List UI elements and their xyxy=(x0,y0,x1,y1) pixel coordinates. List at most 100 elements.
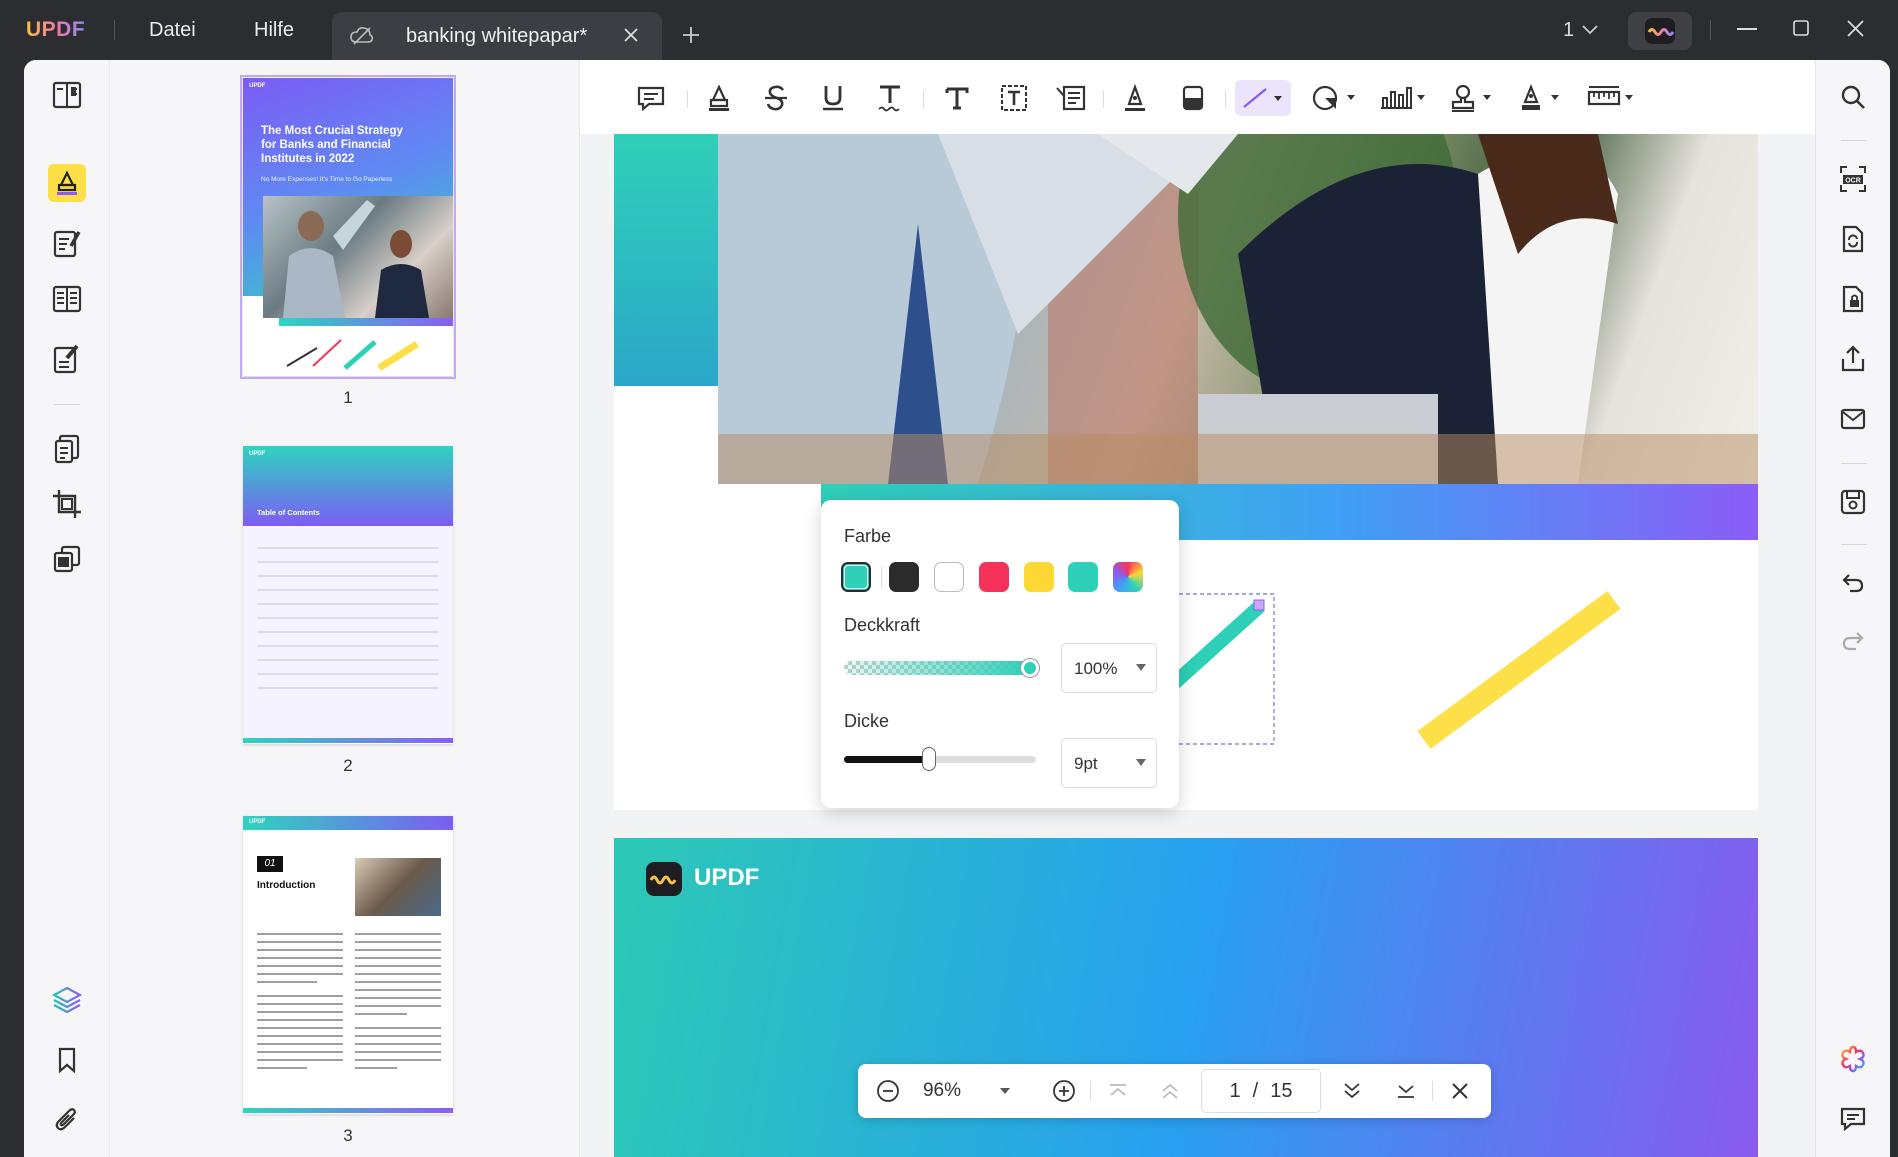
comments-panel-button[interactable] xyxy=(1834,1100,1872,1138)
signature-tool-button[interactable] xyxy=(1515,80,1565,116)
pencil-icon xyxy=(1125,84,1145,111)
textbox-button[interactable] xyxy=(996,80,1032,116)
thumbnail-panel: UPDF The Most Crucial Strategy for Banks… xyxy=(110,60,580,1157)
close-tab-icon[interactable] xyxy=(623,27,639,43)
crop-pages-button[interactable] xyxy=(48,485,86,523)
last-page-button[interactable] xyxy=(1386,1064,1426,1118)
thumb-strokes xyxy=(286,339,419,370)
sticky-note-icon xyxy=(637,86,665,111)
tab-title: banking whitepapar* xyxy=(406,25,588,47)
comments-icon xyxy=(1840,1107,1866,1131)
highlight-button[interactable] xyxy=(701,80,737,116)
protect-button[interactable] xyxy=(1834,280,1872,318)
shape-tool-button[interactable] xyxy=(1309,80,1359,116)
ai-assistant-button[interactable] xyxy=(1834,1040,1872,1078)
stamp-icon xyxy=(1451,84,1491,112)
chart-tool-button[interactable] xyxy=(1378,80,1428,116)
thumb2-footer xyxy=(243,738,453,743)
pdf-page-1[interactable] xyxy=(614,134,1758,810)
strikethrough-button[interactable] xyxy=(758,80,794,116)
ocr-button[interactable]: OCR xyxy=(1834,160,1872,198)
text-callout-icon xyxy=(1056,85,1086,111)
bookmark-button[interactable] xyxy=(48,1041,86,1079)
thumb2-toc-lines xyxy=(257,547,439,689)
document-viewer: UPDF Farbe Deckkraft 100% Dicke 9pt xyxy=(581,60,1815,1157)
edit-pdf-button[interactable] xyxy=(48,224,86,262)
updf-avatar-icon xyxy=(1645,18,1675,44)
search-button[interactable] xyxy=(1834,78,1872,116)
zoom-out-button[interactable] xyxy=(868,1064,908,1118)
email-button[interactable] xyxy=(1834,400,1872,438)
reader-icon xyxy=(52,81,82,109)
share-button[interactable] xyxy=(1834,340,1872,378)
comment-mode-button[interactable] xyxy=(48,164,86,202)
measure-tool-button[interactable] xyxy=(1585,80,1637,116)
next-page-button[interactable] xyxy=(1332,1064,1372,1118)
logo-text: UPDF xyxy=(26,18,86,41)
ocr-icon: OCR xyxy=(1840,166,1866,192)
text-callout-button[interactable] xyxy=(1053,80,1089,116)
undo-button[interactable] xyxy=(1834,564,1872,602)
share-icon xyxy=(1841,345,1865,372)
line-properties-popup: Farbe Deckkraft 100% Dicke 9pt xyxy=(821,500,1179,808)
textbox-icon xyxy=(1001,85,1027,111)
thickness-dropdown[interactable]: 9pt xyxy=(1061,738,1157,788)
save-button[interactable] xyxy=(1834,483,1872,521)
zoom-in-button[interactable] xyxy=(1044,1064,1084,1118)
zoom-in-icon xyxy=(1053,1080,1075,1102)
squiggly-button[interactable] xyxy=(872,80,908,116)
color-swatch-black[interactable] xyxy=(889,562,919,592)
document-tab[interactable]: banking whitepapar* xyxy=(332,12,662,60)
page-thumbnail-1[interactable]: UPDF The Most Crucial Strategy for Banks… xyxy=(240,75,456,379)
thumb-subtitle: No More Expenses! It's Time to Go Paperl… xyxy=(261,176,393,183)
chevron-down-icon[interactable] xyxy=(1582,25,1598,35)
eraser-button[interactable] xyxy=(1175,80,1211,116)
page-number-box[interactable]: 1 / 15 xyxy=(1201,1069,1321,1113)
menu-help[interactable]: Hilfe xyxy=(254,19,294,42)
previous-page-button[interactable] xyxy=(1150,1064,1190,1118)
account-avatar[interactable] xyxy=(1628,12,1692,50)
color-swatch-teal[interactable] xyxy=(1068,562,1098,592)
title-divider-2 xyxy=(1710,20,1711,40)
line-tool-button[interactable] xyxy=(1235,80,1291,116)
menu-file[interactable]: Datei xyxy=(149,19,196,42)
color-swatch-yellow[interactable] xyxy=(1024,562,1054,592)
app-logo: UPDF xyxy=(26,18,85,42)
color-swatch-custom[interactable] xyxy=(1113,562,1143,592)
sticky-note-button[interactable] xyxy=(633,80,669,116)
page-layout-button[interactable] xyxy=(48,280,86,318)
redo-button[interactable] xyxy=(1834,622,1872,660)
close-icon xyxy=(1452,1083,1468,1099)
pencil-button[interactable] xyxy=(1117,80,1153,116)
first-page-icon xyxy=(1110,1084,1126,1096)
minimize-icon[interactable] xyxy=(1737,28,1757,30)
color-swatch-red[interactable] xyxy=(979,562,1009,592)
opacity-slider-thumb[interactable] xyxy=(1021,659,1039,677)
zoom-level-dropdown[interactable]: 96% xyxy=(912,1064,1022,1118)
first-page-button[interactable] xyxy=(1098,1064,1138,1118)
reader-mode-button[interactable] xyxy=(48,76,86,114)
page-thumbnail-2[interactable]: UPDF Table of Contents xyxy=(243,446,453,744)
opacity-slider[interactable] xyxy=(844,661,1030,675)
form-edit-button[interactable] xyxy=(48,340,86,378)
color-swatch-selected[interactable] xyxy=(841,562,871,592)
thumb3-header xyxy=(243,816,453,830)
page-thumbnail-3[interactable]: UPDF 01 Introduction xyxy=(243,816,453,1114)
organize-pages-button[interactable] xyxy=(48,430,86,468)
underline-button[interactable] xyxy=(815,80,851,116)
stamp-tool-button[interactable] xyxy=(1447,80,1497,116)
layers-button[interactable] xyxy=(48,980,86,1018)
copy-pages-button[interactable] xyxy=(48,540,86,578)
color-swatch-white[interactable] xyxy=(934,562,964,592)
text-button[interactable] xyxy=(939,80,975,116)
close-zoombar-button[interactable] xyxy=(1440,1064,1480,1118)
strikethrough-icon xyxy=(765,85,787,111)
new-tab-icon[interactable] xyxy=(682,26,700,44)
convert-button[interactable] xyxy=(1834,220,1872,258)
thickness-slider-thumb[interactable] xyxy=(922,747,936,771)
maximize-icon[interactable] xyxy=(1793,20,1809,36)
layers-icon xyxy=(52,986,82,1013)
opacity-dropdown[interactable]: 100% xyxy=(1061,643,1157,693)
close-window-icon[interactable] xyxy=(1847,20,1864,37)
attachment-button[interactable] xyxy=(48,1101,86,1139)
